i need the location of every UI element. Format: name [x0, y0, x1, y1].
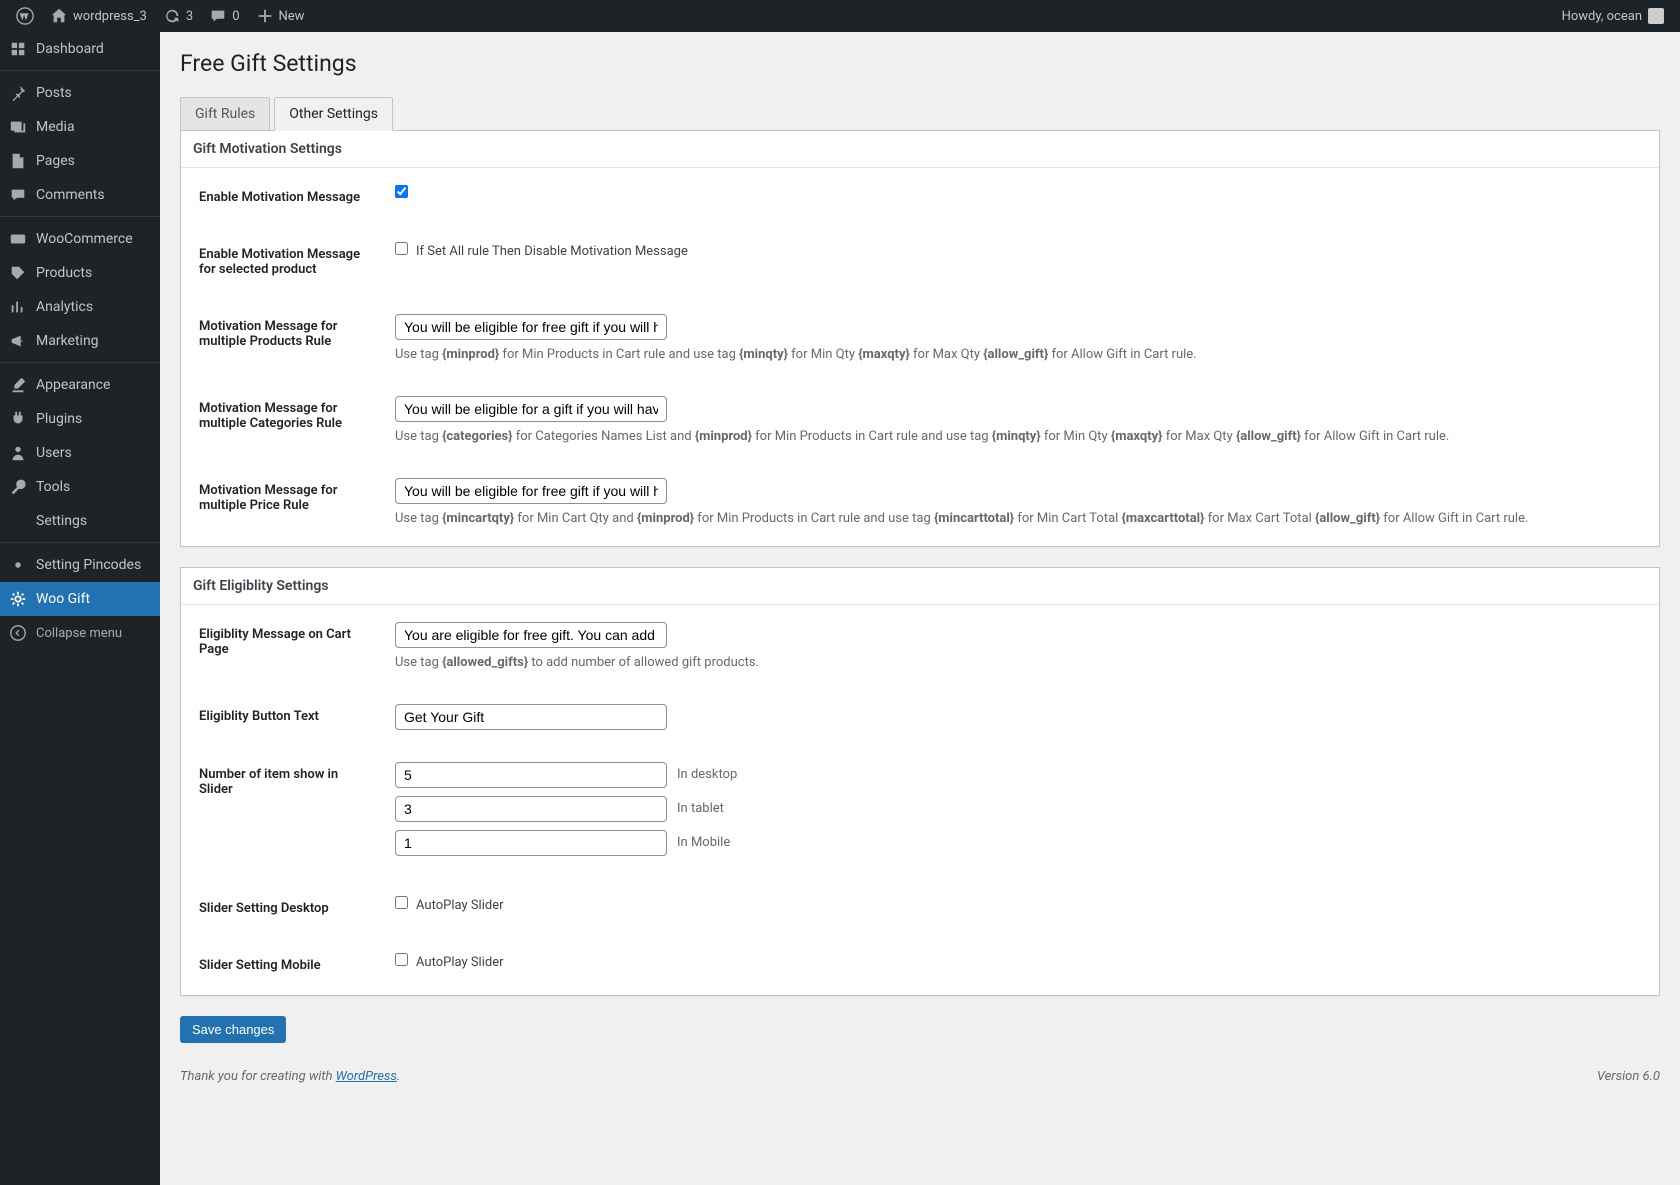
tab-gift-rules[interactable]: Gift Rules [180, 97, 270, 131]
sliders-icon [9, 512, 27, 530]
sidebar-item-plugins[interactable]: Plugins [0, 402, 160, 436]
slider-mobile-autoplay-text: AutoPlay Slider [416, 955, 504, 970]
slider-desktop-setting-label: Slider Setting Desktop [183, 881, 383, 936]
slider-desktop-suffix: In desktop [677, 767, 737, 782]
enable-motivation-selected-label: Enable Motivation Message for selected p… [183, 227, 383, 297]
slider-tablet-suffix: In tablet [677, 801, 724, 816]
motivation-categories-label: Motivation Message for multiple Categori… [183, 381, 383, 461]
collapse-menu[interactable]: Collapse menu [0, 616, 160, 650]
slider-desktop-autoplay-checkbox[interactable] [395, 896, 408, 909]
analytics-icon [9, 298, 27, 316]
motivation-price-desc: Use tag {mincartqty} for Min Cart Qty an… [395, 510, 1647, 528]
wordpress-icon [16, 7, 34, 25]
updates-link[interactable]: 3 [155, 0, 201, 32]
section-header: Gift Motivation Settings [181, 131, 1659, 168]
tab-other-settings[interactable]: Other Settings [274, 97, 393, 131]
avatar [1648, 8, 1664, 24]
sidebar-item-pages[interactable]: Pages [0, 144, 160, 178]
sidebar-item-products[interactable]: Products [0, 256, 160, 290]
version-text: Version 6.0 [1597, 1069, 1660, 1084]
sidebar-item-appearance[interactable]: Appearance [0, 368, 160, 402]
sidebar-item-tools[interactable]: Tools [0, 470, 160, 504]
motivation-price-label: Motivation Message for multiple Price Ru… [183, 463, 383, 543]
motivation-section: Gift Motivation Settings Enable Motivati… [180, 131, 1660, 547]
eligibility-button-label: Eligiblity Button Text [183, 689, 383, 745]
plus-icon [256, 7, 274, 25]
slider-mobile-autoplay-checkbox[interactable] [395, 953, 408, 966]
sidebar-item-analytics[interactable]: Analytics [0, 290, 160, 324]
slider-desktop-input[interactable] [395, 762, 667, 788]
dashboard-icon [9, 40, 27, 58]
sidebar-item-woocommerce[interactable]: WooCommerce [0, 222, 160, 256]
sidebar-item-media[interactable]: Media [0, 110, 160, 144]
gear-icon [9, 556, 27, 574]
howdy-link[interactable]: Howdy, ocean [1554, 0, 1672, 32]
sidebar-item-posts[interactable]: Posts [0, 76, 160, 110]
comment-icon [209, 7, 227, 25]
motivation-categories-desc: Use tag {categories} for Categories Name… [395, 428, 1647, 446]
collapse-icon [9, 624, 27, 642]
user-icon [9, 444, 27, 462]
section-header: Gift Eligiblity Settings [181, 568, 1659, 605]
page-title: Free Gift Settings [180, 50, 1660, 77]
home-icon [50, 7, 68, 25]
slider-mobile-input[interactable] [395, 830, 667, 856]
slider-desktop-autoplay-text: AutoPlay Slider [416, 898, 504, 913]
brush-icon [9, 376, 27, 394]
sidebar-item-dashboard[interactable]: Dashboard [0, 32, 160, 66]
slider-mobile-setting-label: Slider Setting Mobile [183, 938, 383, 993]
wp-logo[interactable] [8, 0, 42, 32]
eligibility-msg-label: Eligiblity Message on Cart Page [183, 607, 383, 687]
pin-icon [9, 84, 27, 102]
motivation-products-input[interactable] [395, 314, 667, 340]
slider-tablet-input[interactable] [395, 796, 667, 822]
sidebar-item-comments[interactable]: Comments [0, 178, 160, 212]
eligibility-msg-input[interactable] [395, 622, 667, 648]
plug-icon [9, 410, 27, 428]
eligibility-button-input[interactable] [395, 704, 667, 730]
enable-motivation-label: Enable Motivation Message [183, 170, 383, 225]
megaphone-icon [9, 332, 27, 350]
page-icon [9, 152, 27, 170]
enable-motivation-checkbox[interactable] [395, 185, 408, 198]
sidebar-item-pincodes[interactable]: Setting Pincodes [0, 548, 160, 582]
media-icon [9, 118, 27, 136]
motivation-products-desc: Use tag {minprod} for Min Products in Ca… [395, 346, 1647, 364]
sidebar-item-marketing[interactable]: Marketing [0, 324, 160, 358]
comments-link[interactable]: 0 [201, 0, 247, 32]
admin-bar: wordpress_3 3 0 New Howdy, ocean [0, 0, 1680, 32]
sidebar-item-woo-gift[interactable]: Woo Gift [0, 582, 160, 616]
sidebar-item-settings[interactable]: Settings [0, 504, 160, 538]
wrench-icon [9, 478, 27, 496]
motivation-products-label: Motivation Message for multiple Products… [183, 299, 383, 379]
eligibility-msg-desc: Use tag {allowed_gifts} to add number of… [395, 654, 1647, 672]
eligibility-section: Gift Eligiblity Settings Eligiblity Mess… [180, 567, 1660, 996]
footer: Thank you for creating with WordPress. V… [180, 1059, 1660, 1094]
woo-icon [9, 230, 27, 248]
product-icon [9, 264, 27, 282]
comment-icon [9, 186, 27, 204]
slider-count-label: Number of item show in Slider [183, 747, 383, 879]
enable-motivation-selected-desc: If Set All rule Then Disable Motivation … [416, 244, 688, 259]
settings-tabs: Gift Rules Other Settings [180, 97, 1660, 131]
admin-sidebar: Dashboard Posts Media Pages Comments Woo… [0, 32, 160, 1185]
motivation-price-input[interactable] [395, 478, 667, 504]
wordpress-link[interactable]: WordPress [336, 1069, 397, 1084]
gear-icon [9, 590, 27, 608]
site-link[interactable]: wordpress_3 [42, 0, 155, 32]
new-link[interactable]: New [248, 0, 313, 32]
save-button[interactable]: Save changes [180, 1016, 286, 1043]
update-icon [163, 7, 181, 25]
enable-motivation-selected-checkbox[interactable] [395, 242, 408, 255]
slider-mobile-suffix: In Mobile [677, 835, 730, 850]
motivation-categories-input[interactable] [395, 396, 667, 422]
sidebar-item-users[interactable]: Users [0, 436, 160, 470]
